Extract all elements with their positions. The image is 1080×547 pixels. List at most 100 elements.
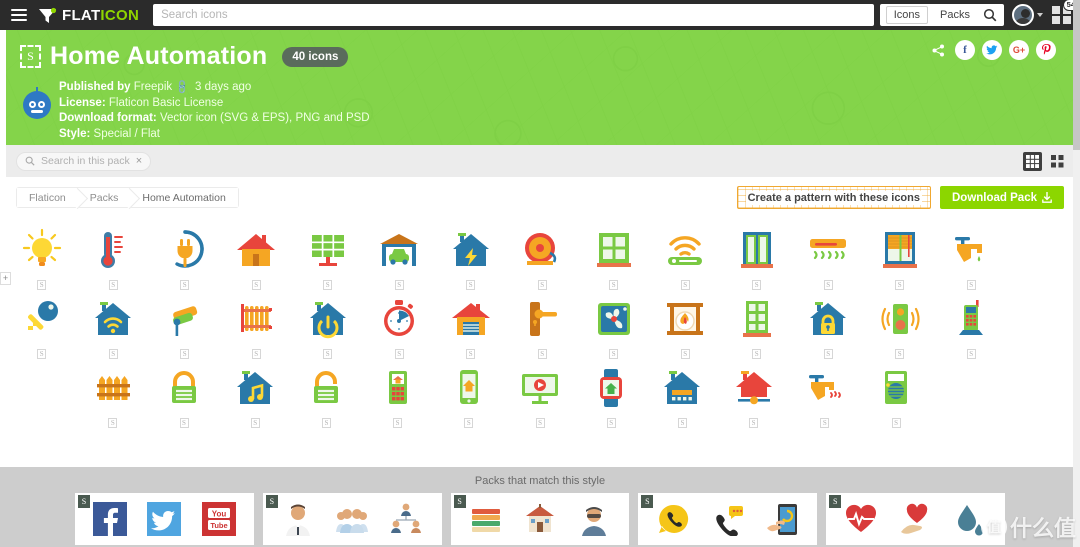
- icon-cell-wifi-router[interactable]: S: [650, 221, 722, 290]
- page-scrollbar[interactable]: [1073, 0, 1080, 547]
- list-view-icon[interactable]: [1023, 151, 1042, 171]
- icon-cell-intercom-radio[interactable]: S: [860, 359, 931, 428]
- icon-cell-smart-house-panel[interactable]: S: [647, 359, 718, 428]
- facebook-icon[interactable]: f: [955, 40, 975, 60]
- icon-cell-power-plug[interactable]: S: [149, 221, 221, 290]
- share-icon[interactable]: [928, 40, 948, 60]
- item-badge: S: [820, 418, 830, 428]
- icon-cell-solar-panel[interactable]: S: [292, 221, 364, 290]
- icon-cell-window[interactable]: S: [578, 221, 650, 290]
- related-pack-communication[interactable]: S: [638, 493, 818, 545]
- clear-search-icon[interactable]: ×: [136, 155, 142, 167]
- icon-cell-key[interactable]: S: [6, 290, 78, 359]
- icon-cell-house-garage[interactable]: S: [435, 290, 507, 359]
- icon-cell-smart-tv[interactable]: S: [504, 359, 575, 428]
- apps-grid-button[interactable]: 54: [1052, 0, 1079, 25]
- icon-cell-house[interactable]: S: [221, 221, 293, 290]
- icon-cell-ventilation-fan[interactable]: S: [578, 290, 650, 359]
- pinterest-icon[interactable]: [1036, 40, 1056, 60]
- related-pack-people[interactable]: S: [262, 493, 442, 545]
- icon-cell-smartphone-home[interactable]: S: [433, 359, 504, 428]
- twitter-icon[interactable]: [982, 40, 1002, 60]
- flaticon-logo[interactable]: FLATICON: [38, 7, 139, 24]
- item-badge: S: [323, 349, 333, 359]
- icon-cell-house-slider[interactable]: S: [718, 359, 789, 428]
- item-badge: S: [891, 418, 901, 428]
- global-search-box[interactable]: [153, 4, 874, 26]
- related-pack-social[interactable]: S You Tube: [75, 493, 254, 545]
- icon-cell-smartwatch-home[interactable]: S: [576, 359, 647, 428]
- icon-cell-garage-car[interactable]: S: [364, 221, 436, 290]
- icon-cell-hot-water-faucet[interactable]: S: [789, 359, 860, 428]
- icon-cell-house-wifi[interactable]: S: [78, 290, 150, 359]
- icon-cell-cordless-phone[interactable]: S: [936, 290, 1008, 359]
- icon-cell-speaker[interactable]: S: [864, 290, 936, 359]
- pack-badge: S: [453, 495, 466, 508]
- related-pack-health[interactable]: S: [826, 493, 1005, 545]
- lightbulb-icon: [20, 228, 64, 272]
- icon-cell-keypad-remote[interactable]: S: [362, 359, 433, 428]
- icon-cell-fence[interactable]: S: [77, 359, 148, 428]
- pack-search-placeholder[interactable]: Search in this pack: [41, 155, 130, 167]
- chevron-down-icon[interactable]: [1037, 13, 1043, 17]
- icon-cell-alarm-bell[interactable]: S: [507, 221, 579, 290]
- grid-view-icon[interactable]: [1051, 154, 1064, 168]
- sidebar-expand-button[interactable]: +: [0, 272, 11, 285]
- search-icon[interactable]: [980, 8, 1000, 22]
- smartphone-home-icon: [447, 366, 491, 410]
- icon-cell-house-lock[interactable]: S: [793, 290, 865, 359]
- icon-cell-house-music[interactable]: S: [220, 359, 291, 428]
- icon-cell-open-door[interactable]: S: [721, 221, 793, 290]
- item-badge: S: [37, 280, 47, 290]
- search-input[interactable]: [161, 9, 866, 21]
- scrollbar-thumb[interactable]: [1073, 0, 1080, 150]
- icon-cell-fireplace[interactable]: S: [650, 290, 722, 359]
- breadcrumb-flaticon[interactable]: Flaticon: [17, 188, 78, 207]
- link-icon: 🔗: [174, 79, 192, 97]
- books-stack-icon: [469, 502, 503, 536]
- icon-cell-window-blinds[interactable]: S: [864, 221, 936, 290]
- search-scope-group: Icons Packs: [879, 4, 1004, 26]
- door-icon: [735, 297, 779, 341]
- grid-spacer: [1003, 359, 1074, 428]
- house-garage-icon: [449, 297, 493, 341]
- house-energy-icon: [449, 228, 493, 272]
- smart-tv-icon: [518, 366, 562, 410]
- google-plus-icon[interactable]: G+: [1009, 40, 1029, 60]
- tab-packs[interactable]: Packs: [932, 6, 978, 24]
- create-pattern-button[interactable]: Create a pattern with these icons: [736, 186, 931, 209]
- breadcrumb-home-automation[interactable]: Home Automation: [130, 188, 238, 207]
- related-packs-strip: S You Tube S S S S: [0, 493, 1080, 545]
- icon-cell-security-camera[interactable]: S: [149, 290, 221, 359]
- license-value[interactable]: Flaticon Basic License: [109, 97, 223, 109]
- icon-cell-lightbulb[interactable]: S: [6, 221, 78, 290]
- icon-cell-padlock-open[interactable]: S: [291, 359, 362, 428]
- item-badge: S: [966, 280, 976, 290]
- download-pack-button[interactable]: Download Pack: [940, 186, 1064, 209]
- item-badge: S: [823, 280, 833, 290]
- icon-cell-house-power[interactable]: S: [292, 290, 364, 359]
- intercom-radio-icon: [874, 366, 918, 410]
- top-navigation-bar: FLATICON Icons Packs: [0, 0, 1080, 30]
- pack-search-box[interactable]: Search in this pack ×: [16, 151, 152, 171]
- icon-cell-house-energy[interactable]: S: [435, 221, 507, 290]
- icon-cell-padlock-closed[interactable]: S: [148, 359, 219, 428]
- hamburger-icon[interactable]: [6, 9, 32, 21]
- icon-cell-door-handle[interactable]: S: [507, 290, 579, 359]
- icon-cell-water-faucet[interactable]: S: [936, 221, 1008, 290]
- icon-cell-radiator[interactable]: S: [221, 290, 293, 359]
- power-plug-icon: [163, 228, 207, 272]
- cordless-phone-icon: [949, 297, 993, 341]
- icon-cell-door[interactable]: S: [721, 290, 793, 359]
- icon-cell-air-conditioner[interactable]: S: [793, 221, 865, 290]
- item-badge: S: [609, 349, 619, 359]
- flaticon-mark-icon: [39, 7, 57, 23]
- related-pack-education[interactable]: S: [450, 493, 630, 545]
- style-value[interactable]: Special / Flat: [94, 128, 160, 140]
- tab-icons[interactable]: Icons: [885, 6, 929, 24]
- published-author[interactable]: Freepik: [134, 81, 172, 93]
- icon-cell-stopwatch[interactable]: S: [364, 290, 436, 359]
- icon-cell-thermometer[interactable]: S: [78, 221, 150, 290]
- avatar[interactable]: [1012, 4, 1034, 26]
- user-menu[interactable]: [1012, 4, 1043, 26]
